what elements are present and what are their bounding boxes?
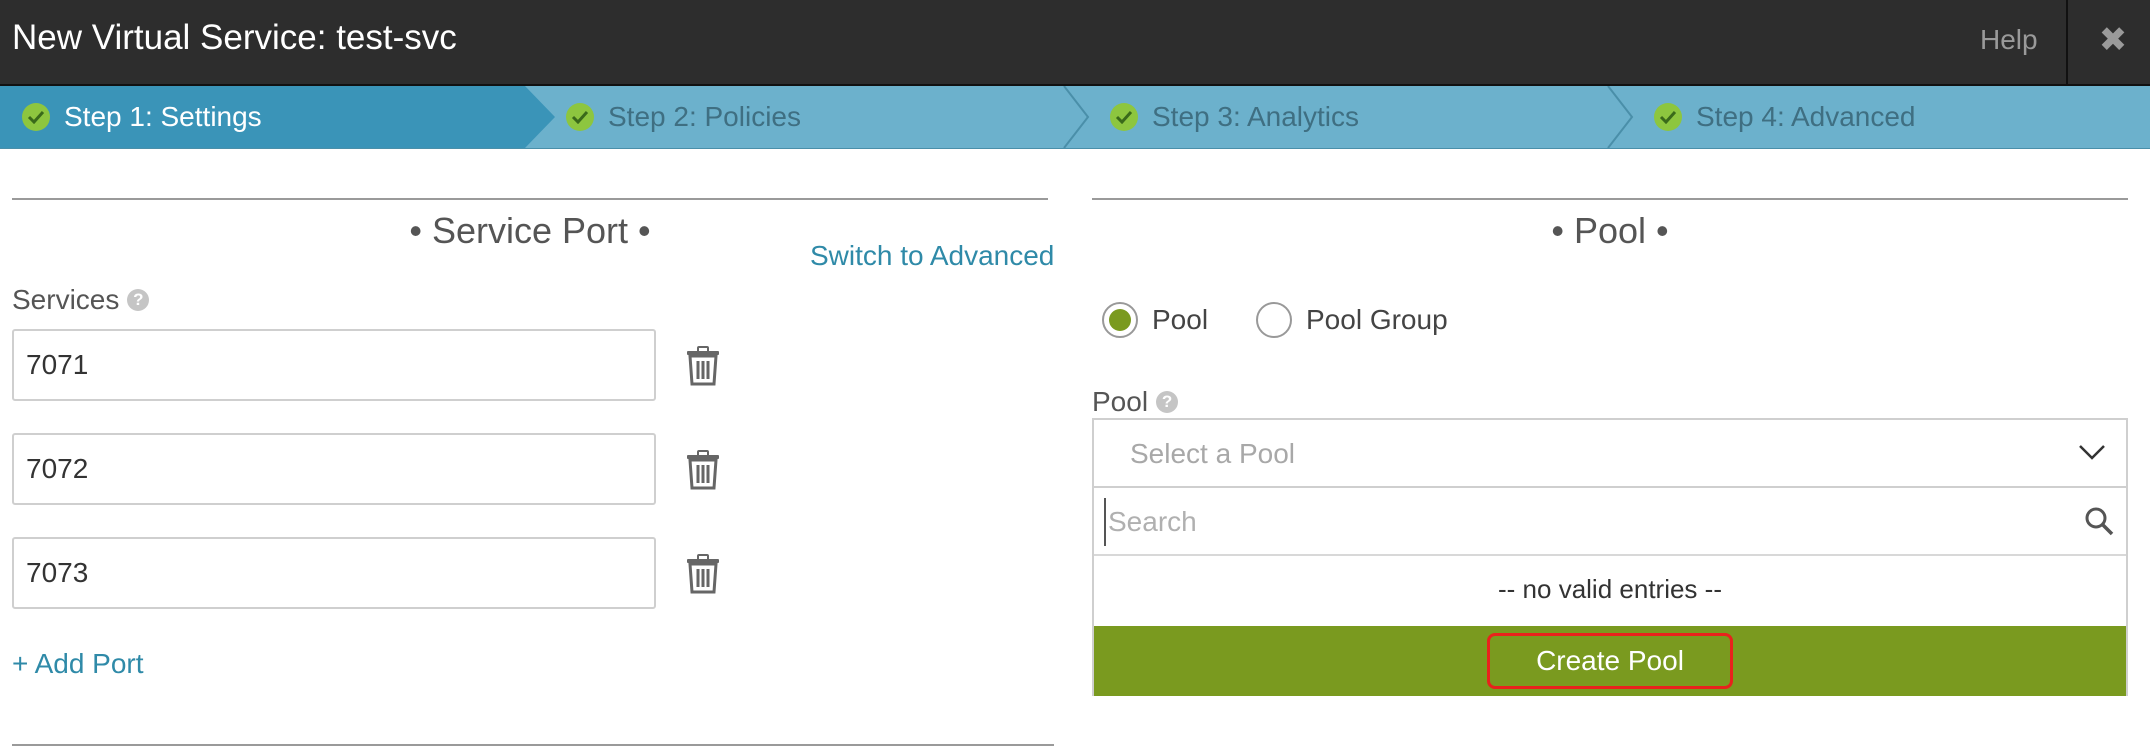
pool-select-placeholder: Select a Pool — [1130, 438, 1295, 469]
switch-to-advanced-link[interactable]: Switch to Advanced — [810, 240, 1054, 272]
no-entries-message: -- no valid entries -- — [1498, 573, 1722, 604]
step-settings[interactable]: Step 1: Settings — [22, 86, 262, 148]
step-advanced[interactable]: Step 4: Advanced — [1654, 86, 1916, 148]
service-port-input[interactable]: 7073 — [12, 537, 656, 609]
check-circle-icon — [1654, 103, 1682, 131]
radio-button-selected[interactable] — [1102, 302, 1138, 338]
radio-button[interactable] — [1256, 302, 1292, 338]
step-policies[interactable]: Step 2: Policies — [566, 86, 801, 148]
services-label-text: Services — [12, 284, 120, 315]
step-label: Step 2: Policies — [608, 101, 801, 132]
modal-header: New Virtual Service: test-svc Help ✖ — [0, 0, 2150, 86]
help-link[interactable]: Help — [1980, 24, 2038, 56]
pool-dropdown: -- no valid entries -- Create Pool — [1092, 486, 2128, 696]
radio-pool-group-label: Pool Group — [1306, 304, 1448, 335]
radio-pool-label: Pool — [1152, 304, 1209, 335]
pool-title: • Pool • — [1551, 210, 1669, 251]
section-bottom-divider — [12, 744, 1054, 746]
trash-icon[interactable] — [686, 450, 720, 490]
section-divider — [12, 198, 1048, 200]
trash-icon[interactable] — [686, 346, 720, 386]
close-icon[interactable]: ✖ — [2096, 20, 2130, 60]
step-separator — [1607, 86, 1634, 148]
trash-icon[interactable] — [686, 554, 720, 594]
header-divider — [2066, 0, 2068, 84]
chevron-down-icon[interactable] — [2078, 442, 2106, 462]
check-circle-icon — [566, 103, 594, 131]
step-analytics[interactable]: Step 3: Analytics — [1110, 86, 1359, 148]
services-label: Services ? — [12, 284, 150, 316]
add-port-link[interactable]: + Add Port — [12, 648, 144, 680]
wizard-steps: Step 1: Settings Step 2: Policies Step 3… — [0, 86, 2150, 149]
service-port-input[interactable]: 7071 — [12, 329, 656, 401]
step-label: Step 4: Advanced — [1696, 101, 1916, 132]
service-port-input[interactable]: 7072 — [12, 433, 656, 505]
check-circle-icon — [22, 103, 50, 131]
search-icon — [2085, 507, 2114, 536]
question-circle-icon[interactable]: ? — [127, 289, 150, 311]
modal-title: New Virtual Service: test-svc — [12, 18, 457, 57]
create-pool-button[interactable]: Create Pool — [1487, 633, 1733, 689]
pool-select[interactable]: Select a Pool — [1092, 418, 2128, 488]
radio-pool[interactable]: Pool — [1102, 302, 1208, 338]
step-separator — [1063, 86, 1090, 148]
step-label: Step 1: Settings — [64, 101, 262, 132]
radio-pool-group[interactable]: Pool Group — [1256, 302, 1448, 338]
section-divider — [1092, 198, 2128, 200]
check-circle-icon — [1110, 103, 1138, 131]
pool-label-text: Pool — [1092, 386, 1149, 417]
dropdown-search-row — [1094, 488, 2126, 556]
pool-field-label: Pool ? — [1092, 386, 1179, 418]
step-label: Step 3: Analytics — [1152, 101, 1360, 132]
pool-search-input[interactable] — [1104, 498, 2050, 546]
create-pool-bar[interactable]: Create Pool — [1094, 626, 2126, 696]
question-circle-icon[interactable]: ? — [1156, 391, 1179, 413]
